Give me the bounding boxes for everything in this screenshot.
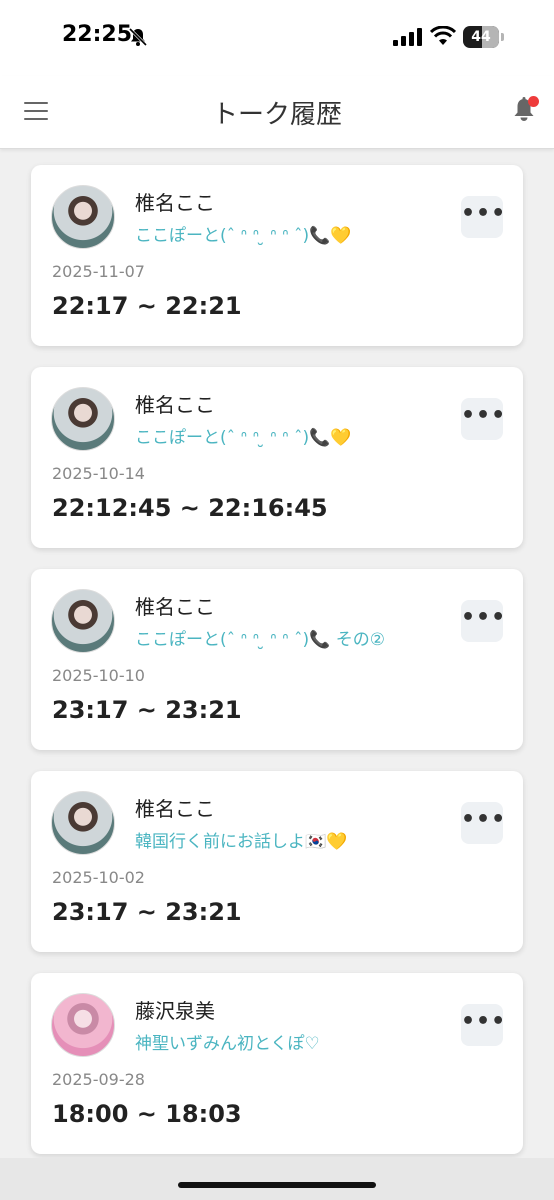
bottom-safe-area (0, 1158, 554, 1200)
talk-date: 2025-11-07 (52, 262, 145, 281)
talk-history-card[interactable]: 椎名ここ ここぽーと(ˆ ᐢ ᐢ ̮ ᐢ ᐢ ˆ)📞💛 ••• 2025-10-… (31, 367, 523, 548)
talk-subtitle: ここぽーと(ˆ ᐢ ᐢ ̮ ᐢ ᐢ ˆ)📞💛 (135, 428, 352, 448)
avatar (51, 791, 115, 855)
more-options-button[interactable]: ••• (461, 1004, 505, 1046)
talk-history-card[interactable]: 椎名ここ 韓国行く前にお話しよ🇰🇷💛 ••• 2025-10-02 23:17 … (31, 771, 523, 952)
talk-name: 椎名ここ (135, 393, 215, 417)
app-header: トーク履歴 (0, 76, 554, 149)
talk-name: 椎名ここ (135, 595, 215, 619)
talk-name: 藤沢泉美 (135, 999, 215, 1023)
battery-tip (501, 33, 504, 41)
avatar (51, 993, 115, 1057)
page-title: トーク履歴 (211, 100, 342, 130)
status-time: 22:25 (62, 22, 133, 47)
talk-time-range: 18:00 ~ 18:03 (52, 1100, 242, 1128)
talk-time-range: 22:17 ~ 22:21 (52, 292, 242, 320)
avatar (51, 185, 115, 249)
talk-date: 2025-10-10 (52, 666, 145, 685)
talk-time-range: 22:12:45 ~ 22:16:45 (52, 494, 328, 522)
talk-date: 2025-10-14 (52, 464, 145, 483)
talk-subtitle: 神聖いずみん初とくぽ♡ (135, 1034, 320, 1054)
talk-subtitle: ここぽーと(ˆ ᐢ ᐢ ̮ ᐢ ᐢ ˆ)📞 その② (135, 630, 385, 650)
cellular-signal-icon (393, 28, 422, 46)
more-options-button[interactable]: ••• (461, 600, 505, 642)
status-bar: 22:25 44 (0, 0, 554, 76)
home-indicator[interactable] (178, 1182, 376, 1188)
talk-history-card[interactable]: 藤沢泉美 神聖いずみん初とくぽ♡ ••• 2025-09-28 18:00 ~ … (31, 973, 523, 1154)
more-options-button[interactable]: ••• (461, 802, 505, 844)
talk-subtitle: 韓国行く前にお話しよ🇰🇷💛 (135, 832, 348, 852)
talk-history-card[interactable]: 椎名ここ ここぽーと(ˆ ᐢ ᐢ ̮ ᐢ ᐢ ˆ)📞 その② ••• 2025-… (31, 569, 523, 750)
avatar (51, 589, 115, 653)
more-options-button[interactable]: ••• (461, 196, 505, 238)
talk-date: 2025-09-28 (52, 1070, 145, 1089)
talk-date: 2025-10-02 (52, 868, 145, 887)
talk-history-card[interactable]: 椎名ここ ここぽーと(ˆ ᐢ ᐢ ̮ ᐢ ᐢ ˆ)📞💛 ••• 2025-11-… (31, 165, 523, 346)
battery-level: 44 (471, 29, 491, 45)
talk-name: 椎名ここ (135, 797, 215, 821)
talk-time-range: 23:17 ~ 23:21 (52, 898, 242, 926)
wifi-icon (430, 26, 456, 45)
talk-subtitle: ここぽーと(ˆ ᐢ ᐢ ̮ ᐢ ᐢ ˆ)📞💛 (135, 226, 352, 246)
more-options-button[interactable]: ••• (461, 398, 505, 440)
talk-name: 椎名ここ (135, 191, 215, 215)
notification-badge (528, 96, 539, 107)
bell-off-icon (128, 27, 148, 47)
avatar (51, 387, 115, 451)
talk-time-range: 23:17 ~ 23:21 (52, 696, 242, 724)
